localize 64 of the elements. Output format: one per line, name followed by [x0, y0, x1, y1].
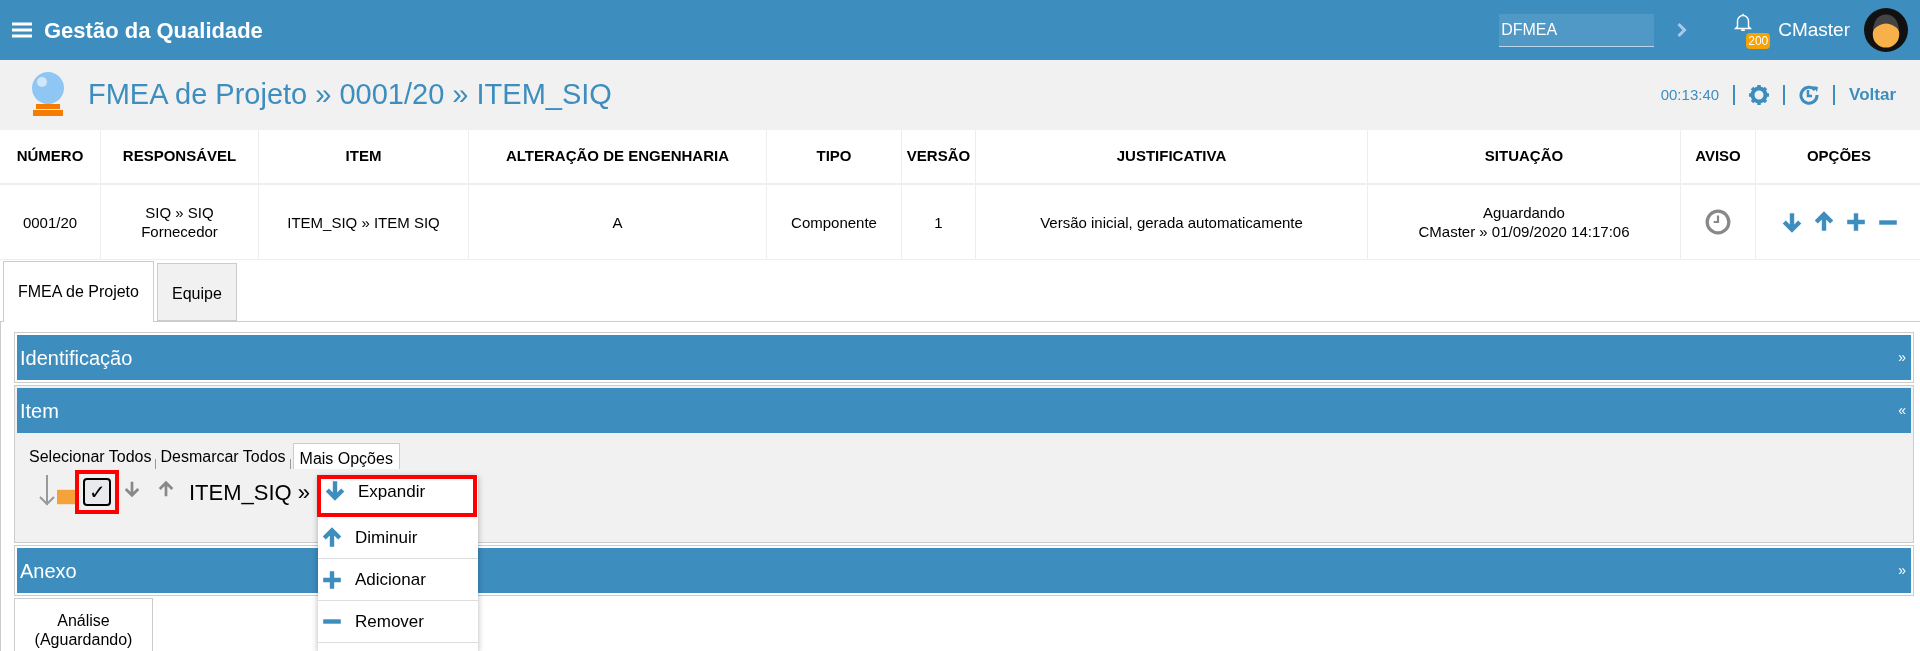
section-header[interactable]: Identificação » [17, 335, 1911, 380]
column-header: SITUAÇÃO [1368, 130, 1681, 185]
table-cell: SIQ » SIQ Fornecedor [101, 185, 259, 260]
chevron-right-icon[interactable] [1676, 22, 1688, 38]
refresh-clock-icon[interactable] [1799, 85, 1820, 105]
avatar-icon[interactable] [1864, 8, 1908, 52]
column-header: VERSÃO [902, 130, 976, 185]
column-header: OPÇÕES [1756, 130, 1920, 185]
user-name[interactable]: CMaster [1778, 15, 1850, 45]
plus-icon [321, 568, 343, 591]
column-header: ITEM [259, 130, 469, 185]
menu-item[interactable]: Diminuir [318, 517, 478, 559]
tree-node-label[interactable]: ITEM_SIQ » [189, 475, 311, 509]
toggle-icon[interactable]: » [1898, 560, 1908, 581]
table-cell: ITEM_SIQ » ITEM SIQ [259, 185, 469, 260]
tab[interactable]: FMEA de Projeto [3, 261, 154, 322]
section-header[interactable]: Item « [17, 388, 1911, 433]
menu-icon[interactable] [12, 22, 32, 38]
folder-icon [57, 489, 75, 505]
arrow-up-icon[interactable] [157, 480, 175, 498]
notification-badge: 200 [1746, 33, 1771, 49]
clock-icon[interactable] [1705, 209, 1731, 235]
table-cell: 0001/20 [0, 185, 101, 260]
section-title: Anexo [20, 558, 77, 584]
move-down-button[interactable] [1780, 211, 1803, 233]
arrow-down-icon [324, 479, 346, 501]
move-up-button[interactable] [1812, 211, 1835, 233]
minus-icon [321, 619, 343, 624]
toggle-icon[interactable]: » [1898, 347, 1908, 368]
section-title: Identificação [20, 345, 133, 371]
checkbox[interactable]: ✓ [83, 478, 111, 506]
more-options-button[interactable]: Mais Opções [292, 443, 400, 469]
timer: 00:13:40 [1660, 84, 1720, 105]
column-header: JUSTIFICATIVA [976, 130, 1368, 185]
menu-item[interactable]: Expandir [317, 475, 477, 517]
tab[interactable]: Análise (Aguardando) [14, 598, 153, 651]
column-header: TIPO [767, 130, 902, 185]
select-link[interactable]: Selecionar Todos [27, 445, 154, 469]
table-cell: Versão inicial, gerada automaticamente [976, 185, 1368, 260]
column-header: ALTERAÇÃO DE ENGENHARIA [469, 130, 767, 185]
table-cell: 1 [902, 185, 976, 260]
menu-item[interactable]: Adicionar [318, 559, 478, 601]
toggle-icon[interactable]: « [1898, 400, 1908, 421]
table-cell: Aguardando CMaster » 01/09/2020 14:17:06 [1368, 185, 1681, 260]
section-title: Item [20, 398, 59, 424]
select-link[interactable]: Desmarcar Todos [158, 445, 288, 469]
column-header: NÚMERO [0, 130, 101, 185]
remove-button[interactable] [1876, 219, 1899, 225]
arrow-down-icon[interactable] [123, 480, 141, 498]
column-header: AVISO [1681, 130, 1756, 185]
arrow-up-icon [321, 526, 343, 549]
arrow-up-icon [1812, 211, 1835, 233]
table-cell: A [469, 185, 767, 260]
minus-icon [1876, 219, 1899, 225]
plus-icon [1844, 211, 1867, 233]
page-title: FMEA de Projeto » 0001/20 » ITEM_SIQ [88, 77, 612, 113]
add-button[interactable] [1844, 211, 1867, 233]
table-cell: Componente [767, 185, 902, 260]
settings-icon[interactable] [1749, 85, 1770, 105]
column-header: RESPONSÁVEL [101, 130, 259, 185]
menu-item[interactable]: Remover [318, 601, 478, 643]
arrow-down-icon [1780, 211, 1803, 233]
app-title: Gestão da Qualidade [44, 16, 263, 45]
tab[interactable]: Equipe [156, 263, 237, 321]
